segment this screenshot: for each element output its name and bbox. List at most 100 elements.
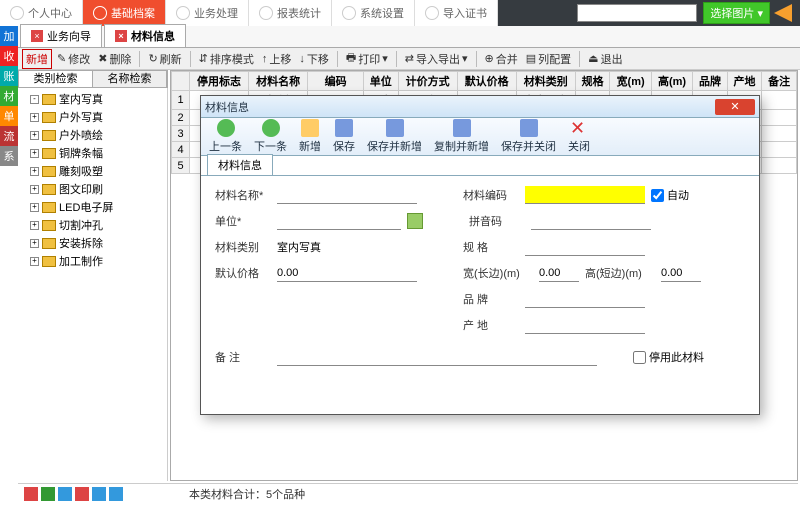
tree-node[interactable]: +加工制作 bbox=[20, 252, 165, 270]
down-tree-button[interactable] bbox=[109, 487, 123, 501]
pick-icon[interactable] bbox=[407, 213, 423, 229]
rail-recv[interactable]: 收 bbox=[0, 46, 18, 66]
up-tree-button[interactable] bbox=[92, 487, 106, 501]
doc-icon bbox=[176, 6, 190, 20]
merge-button[interactable]: ⊕合并 bbox=[482, 50, 521, 68]
io-button[interactable]: ⇄导入导出 ▾ bbox=[402, 50, 471, 68]
tab-biz[interactable]: 业务处理 bbox=[166, 0, 249, 26]
rail-mat[interactable]: 材 bbox=[0, 86, 18, 106]
tree-tabs: 类别检索 名称检索 bbox=[18, 70, 168, 88]
gear-icon bbox=[342, 6, 356, 20]
rail-add[interactable]: 加 bbox=[0, 26, 18, 46]
label-spec: 规 格 bbox=[463, 239, 519, 255]
cols-button[interactable]: ▤列配置 bbox=[523, 50, 574, 68]
folder-icon bbox=[42, 148, 56, 159]
edit-button[interactable]: ✎修改 bbox=[54, 50, 93, 68]
folder-icon bbox=[42, 130, 56, 141]
label-w: 宽(长边)(m) bbox=[463, 265, 533, 281]
footer: 本类材料合计：5个品种 bbox=[18, 483, 798, 503]
new-button[interactable]: 新增 bbox=[22, 49, 52, 69]
tab-base[interactable]: 基础档案 bbox=[83, 0, 166, 26]
dialog-new-button[interactable]: 新增 bbox=[299, 119, 321, 154]
edit-tree-button[interactable] bbox=[58, 487, 72, 501]
label-code: 材料编码 bbox=[463, 187, 519, 203]
choose-image-button[interactable]: 选择图片 ▾ bbox=[703, 2, 770, 24]
tree-node[interactable]: +图文印刷 bbox=[20, 180, 165, 198]
tab-settings[interactable]: 系统设置 bbox=[332, 0, 415, 26]
tab-report[interactable]: 报表统计 bbox=[249, 0, 332, 26]
del-tree-button[interactable] bbox=[24, 487, 38, 501]
origin-input[interactable] bbox=[525, 316, 645, 334]
dialog-close-button[interactable]: ✕ bbox=[715, 99, 755, 115]
refresh-button[interactable]: ↻刷新 bbox=[145, 50, 184, 68]
label-origin: 产 地 bbox=[463, 317, 519, 333]
tree-node[interactable]: +雕刻吸塑 bbox=[20, 162, 165, 180]
name-input[interactable] bbox=[277, 186, 417, 204]
prev-button[interactable]: 上一条 bbox=[209, 119, 242, 154]
disable-checkbox[interactable]: 停用此材料 bbox=[633, 349, 704, 365]
label-cat: 材料类别 bbox=[215, 239, 271, 255]
w-input[interactable] bbox=[539, 264, 579, 282]
tree-tab-category[interactable]: 类别检索 bbox=[19, 71, 93, 87]
save-button[interactable]: 保存 bbox=[333, 119, 355, 154]
close-icon[interactable]: × bbox=[31, 30, 43, 42]
material-dialog: 材料信息 ✕ 上一条 下一条 新增 保存 保存并新增 复制并新增 保存并关闭 ✕… bbox=[200, 95, 760, 415]
label-brand: 品 牌 bbox=[463, 291, 519, 307]
copy-new-button[interactable]: 复制并新增 bbox=[434, 119, 489, 154]
brand-input[interactable] bbox=[525, 290, 645, 308]
label-price: 默认价格 bbox=[215, 265, 271, 281]
unit-input[interactable] bbox=[277, 212, 401, 230]
sortmode-button[interactable]: ⇵排序模式 bbox=[196, 50, 257, 68]
next-button[interactable]: 下一条 bbox=[254, 119, 287, 154]
rail-flow[interactable]: 流 bbox=[0, 126, 18, 146]
pinyin-input[interactable] bbox=[531, 212, 651, 230]
tree-node[interactable]: +户外喷绘 bbox=[20, 126, 165, 144]
h-input[interactable] bbox=[661, 264, 701, 282]
close-icon[interactable]: × bbox=[115, 30, 127, 42]
code-input[interactable] bbox=[525, 186, 645, 204]
tree-node[interactable]: +安装拆除 bbox=[20, 234, 165, 252]
auto-checkbox[interactable]: 自动 bbox=[651, 187, 689, 203]
delete-button[interactable]: ✖删除 bbox=[95, 50, 134, 68]
tree-node[interactable]: +切割冲孔 bbox=[20, 216, 165, 234]
dialog-tab-info[interactable]: 材料信息 bbox=[207, 154, 273, 175]
tab-personal[interactable]: 个人中心 bbox=[0, 0, 83, 26]
remove-tree-button[interactable] bbox=[75, 487, 89, 501]
label-name: 材料名称* bbox=[215, 187, 271, 203]
tree-tab-name[interactable]: 名称检索 bbox=[93, 71, 167, 87]
dialog-titlebar[interactable]: 材料信息 ✕ bbox=[201, 96, 759, 118]
subtab-guide[interactable]: ×业务向导 bbox=[20, 24, 102, 47]
tree-node[interactable]: +户外写真 bbox=[20, 108, 165, 126]
exit-button[interactable]: ⏏退出 bbox=[585, 50, 625, 68]
left-rail: 加 收 账 材 单 流 系 bbox=[0, 26, 18, 166]
dialog-close2-button[interactable]: ✕关闭 bbox=[568, 119, 590, 154]
folder-icon bbox=[42, 166, 56, 177]
folder-icon bbox=[42, 94, 56, 105]
dialog-form: 材料名称* 材料编码 自动 单位* 拼音码 材料类别 室内写真 规 格 默认价格… bbox=[201, 176, 759, 384]
folder-icon bbox=[42, 238, 56, 249]
rail-order[interactable]: 单 bbox=[0, 106, 18, 126]
rail-sys[interactable]: 系 bbox=[0, 146, 18, 166]
tab-cert[interactable]: 导入证书 bbox=[415, 0, 498, 26]
tree-node[interactable]: -室内写真 bbox=[20, 90, 165, 108]
tree-node[interactable]: +铜牌条幅 bbox=[20, 144, 165, 162]
label-remark: 备 注 bbox=[215, 349, 271, 365]
price-input[interactable] bbox=[277, 264, 417, 282]
search-input[interactable] bbox=[577, 4, 697, 22]
print-button[interactable]: 🖶打印 ▾ bbox=[343, 48, 391, 69]
add-tree-button[interactable] bbox=[41, 487, 55, 501]
tree-node[interactable]: +LED电子屏 bbox=[20, 198, 165, 216]
subtab-material[interactable]: ×材料信息 bbox=[104, 24, 186, 47]
spec-input[interactable] bbox=[525, 238, 645, 256]
save-close-button[interactable]: 保存并关闭 bbox=[501, 119, 556, 154]
down-button[interactable]: ↓下移 bbox=[296, 50, 332, 68]
save-new-button[interactable]: 保存并新增 bbox=[367, 119, 422, 154]
rail-acct[interactable]: 账 bbox=[0, 66, 18, 86]
folder-icon bbox=[42, 256, 56, 267]
folder-icon bbox=[42, 112, 56, 123]
up-button[interactable]: ↑上移 bbox=[259, 50, 295, 68]
remark-input[interactable] bbox=[277, 348, 597, 366]
horn-icon[interactable] bbox=[774, 4, 792, 22]
grid-header: 停用标志材料名称编码单位计价方式默认价格材料类别规格宽(m)高(m)品牌产地备注 bbox=[172, 72, 797, 91]
category-tree: -室内写真 +户外写真 +户外喷绘 +铜牌条幅 +雕刻吸塑 +图文印刷 +LED… bbox=[18, 88, 168, 481]
